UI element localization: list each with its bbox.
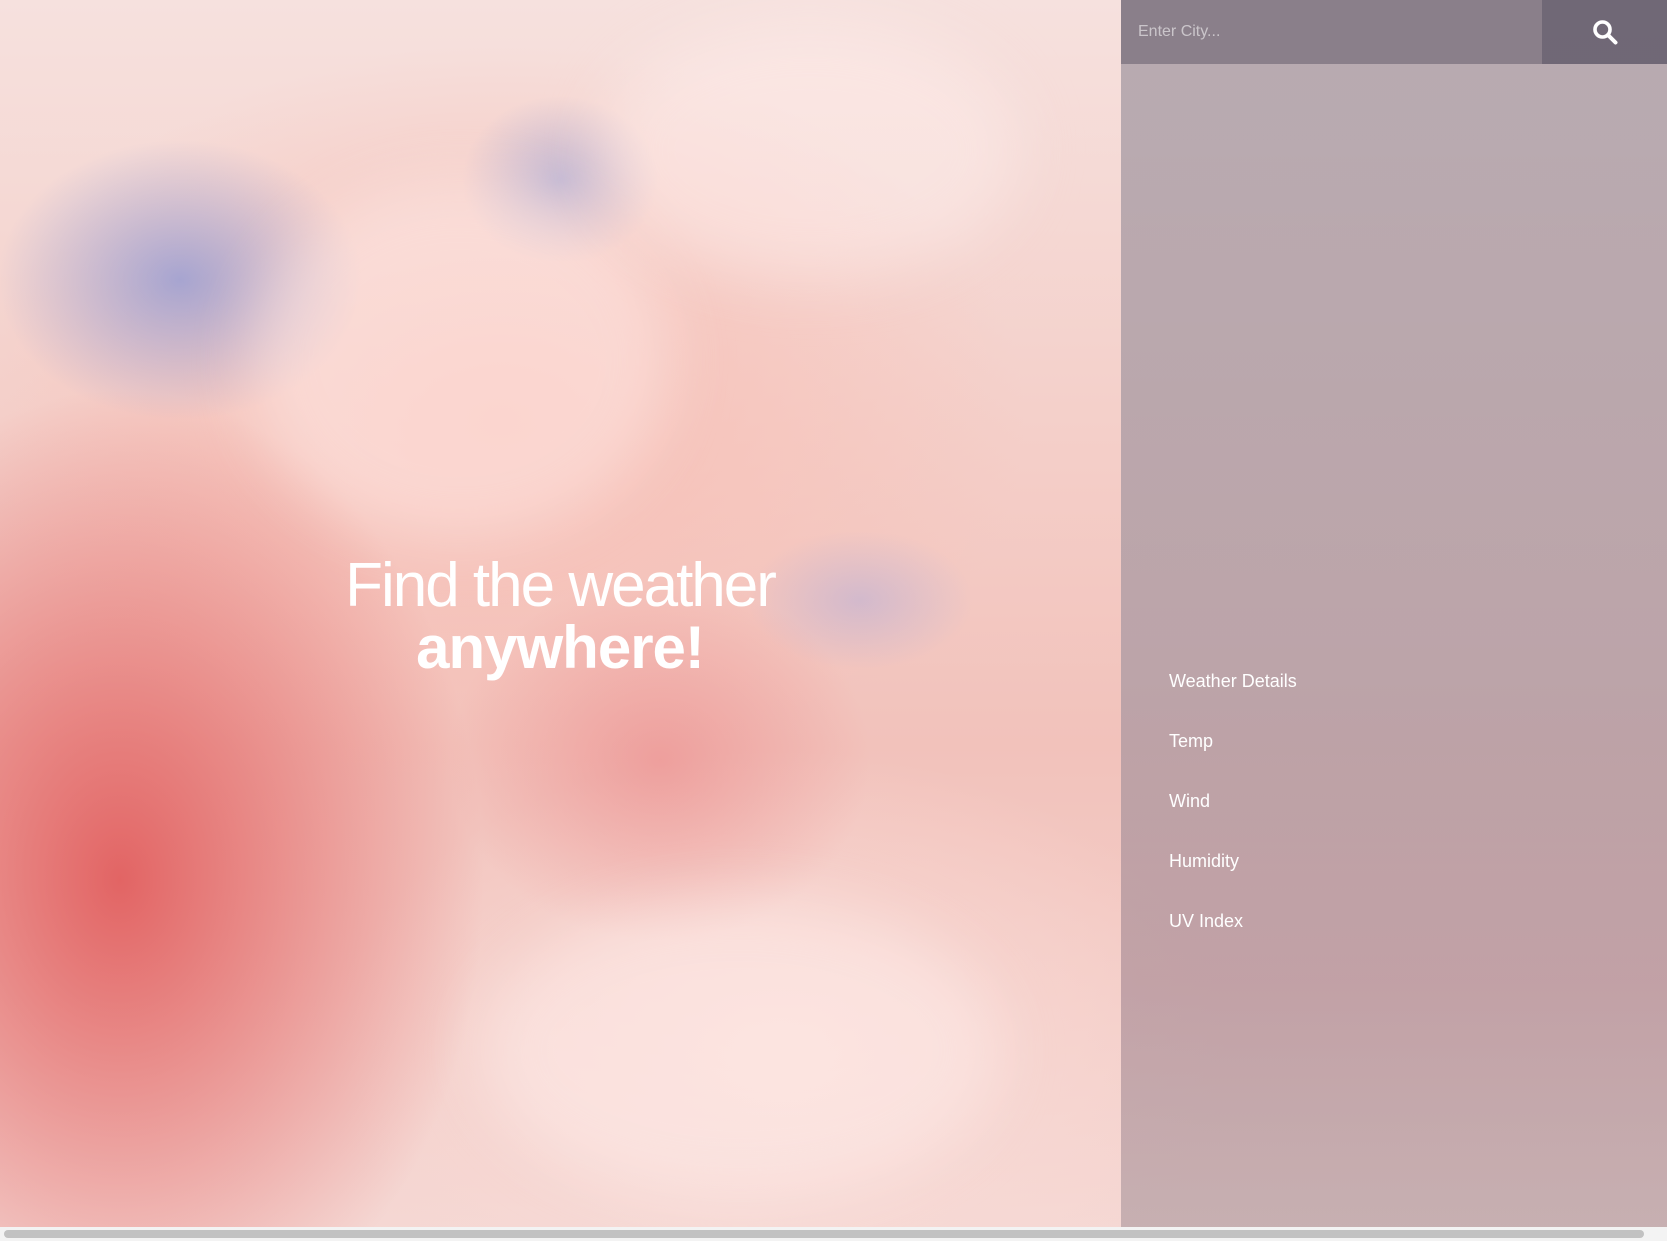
search-button[interactable] [1542,0,1667,64]
city-search-input[interactable] [1121,0,1542,64]
hero-heading: Find the weather anywhere! [0,555,1120,679]
cloud-highlight [600,20,1020,280]
weather-details-heading: Weather Details [1169,671,1297,691]
weather-details-list: Weather Details Temp Wind Humidity UV In… [1169,670,1297,970]
weather-panel: Weather Details Temp Wind Humidity UV In… [1121,0,1667,1227]
cloud-highlight [250,180,670,540]
detail-wind-label: Wind [1169,791,1211,811]
hero-title-line1: Find the weather [345,551,777,620]
scrollbar-thumb[interactable] [4,1230,1644,1238]
horizontal-scrollbar[interactable] [0,1227,1667,1241]
app-background: Find the weather anywhere! Weather Detai… [0,0,1667,1241]
search-bar [1121,0,1667,64]
hero-title-line2: anywhere! [416,614,705,681]
detail-uv-index-label: UV Index [1169,911,1244,931]
search-icon [1592,20,1617,45]
cloud-highlight [480,900,1000,1200]
detail-humidity-label: Humidity [1169,851,1240,871]
detail-temp-label: Temp [1169,731,1214,751]
